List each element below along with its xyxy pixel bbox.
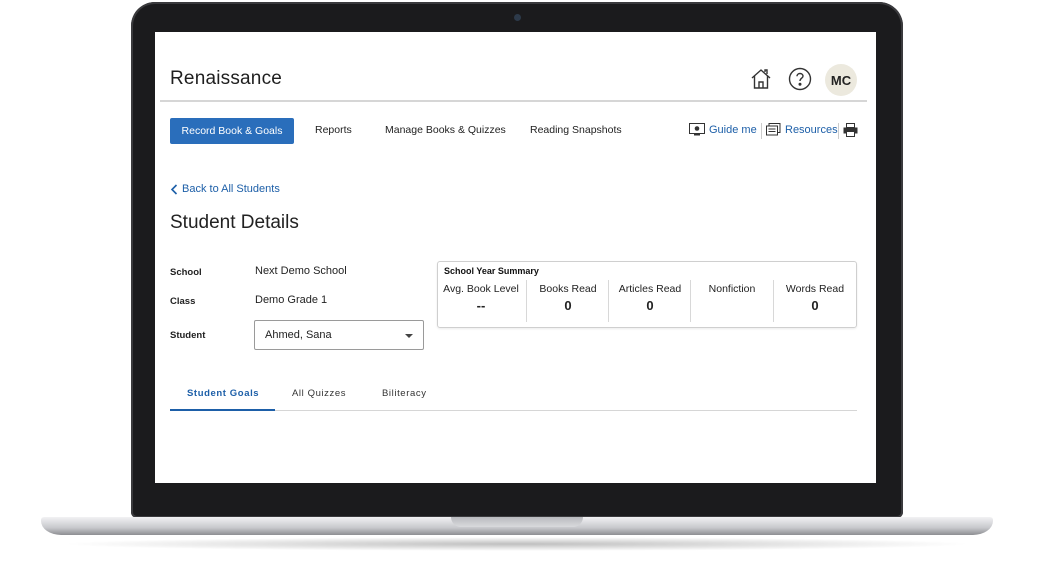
laptop-notch [451,517,583,527]
resources-label: Resources [785,123,838,136]
resources-link[interactable]: Resources [766,123,838,136]
home-icon[interactable] [748,66,774,92]
summary-books-read: Books Read 0 [527,281,609,323]
student-select-value: Ahmed, Sana [265,329,332,341]
page-title: Student Details [170,212,299,233]
caret-down-icon [405,334,413,338]
summary-nonfiction: Nonfiction [691,281,773,323]
summary-value: 0 [646,298,654,313]
renaissance-logo: Renaissance [170,68,283,89]
guide-me-label: Guide me [709,123,757,136]
summary-words-read: Words Read 0 [774,281,856,323]
school-label: School [170,267,202,278]
summary-value: 0 [564,298,572,313]
print-icon[interactable] [841,122,859,138]
help-icon[interactable] [787,66,813,92]
nav-separator [838,123,839,139]
resources-icon [766,123,781,136]
summary-value: 0 [811,298,819,313]
summary-avg-book-level: Avg. Book Level -- [440,281,522,323]
student-select[interactable]: Ahmed, Sana [254,320,424,350]
guide-me-link[interactable]: Guide me [689,123,757,136]
active-tab-indicator [170,409,275,411]
summary-title: School Year Summary [444,266,539,276]
guide-screen-icon [689,123,705,136]
summary-header: Avg. Book Level [443,283,519,295]
laptop-shadow [60,537,974,551]
back-link-label: Back to All Students [182,183,280,195]
school-year-summary: School Year Summary Avg. Book Level -- B… [437,261,857,328]
header-divider [160,100,867,102]
back-link[interactable]: Back to All Students [170,183,280,195]
webcam [514,14,521,21]
class-value: Demo Grade 1 [255,294,328,306]
nav-record-book-goals[interactable]: Record Book & Goals [170,118,294,144]
summary-header: Words Read [785,283,845,295]
app-screen: Renaissance MC Record Book & Goals Repor… [155,32,876,483]
summary-value: -- [476,298,486,313]
chevron-left-icon [170,183,178,195]
tab-all-quizzes[interactable]: All Quizzes [292,388,346,399]
nav-separator [761,123,762,139]
summary-header: Nonfiction [708,283,756,295]
summary-header: Articles Read [618,283,682,295]
nav-reading-snapshots[interactable]: Reading Snapshots [530,117,622,143]
nav-reports[interactable]: Reports [315,117,352,143]
nav-manage-books-quizzes[interactable]: Manage Books & Quizzes [385,117,506,143]
school-value: Next Demo School [255,265,347,277]
tab-student-goals[interactable]: Student Goals [187,388,259,399]
student-label: Student [170,330,206,341]
tab-biliteracy[interactable]: Biliteracy [382,388,427,399]
user-avatar[interactable]: MC [825,64,857,96]
summary-header: Books Read [539,283,597,295]
class-label: Class [170,296,196,307]
summary-articles-read: Articles Read 0 [609,281,691,323]
